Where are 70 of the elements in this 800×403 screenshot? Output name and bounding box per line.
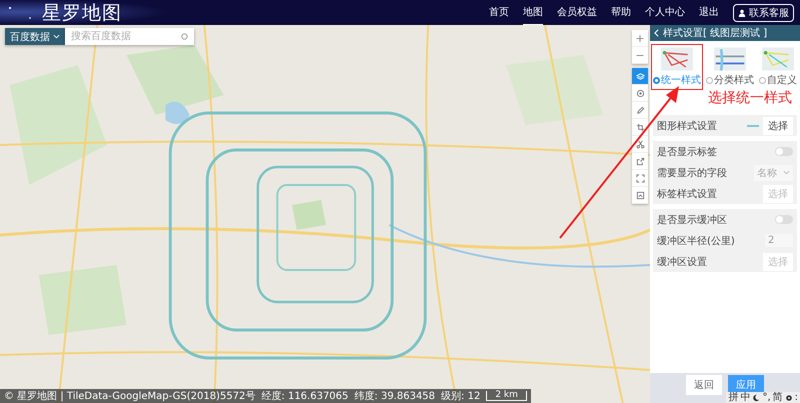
nav-link[interactable]: 首页 — [489, 0, 509, 26]
style-preview-drawing — [714, 47, 746, 71]
target-icon — [636, 88, 644, 98]
annotation-text: 选择统一样式 — [708, 89, 792, 107]
setting-label: 需要显示的字段 — [657, 166, 728, 180]
pencil-icon — [636, 106, 644, 114]
toggle-switch[interactable] — [775, 215, 793, 224]
ime-button[interactable]: 拼 — [728, 392, 738, 402]
panel-title: 样式设置[ 线图层测试 ] — [663, 26, 768, 40]
radio-button[interactable] — [653, 76, 660, 84]
layers-icon — [636, 72, 644, 80]
export-icon — [636, 156, 644, 166]
ime-button[interactable]: 中 — [740, 392, 750, 402]
radio-button[interactable] — [759, 76, 766, 84]
back-button[interactable]: 返回 — [686, 375, 722, 395]
setting-label: 图形样式设置 — [657, 120, 718, 132]
tool-button[interactable] — [632, 119, 648, 136]
setting-label: 是否显示缓冲区 — [657, 214, 728, 226]
style-option[interactable]: 分类样式 — [704, 44, 756, 90]
ime-button[interactable]: : — [794, 392, 798, 402]
source-dropdown[interactable]: 百度数据 — [5, 28, 65, 45]
longitude-text: 经度: 116.637065 — [261, 390, 348, 403]
style-label: 自定义 — [767, 74, 797, 87]
contact-button[interactable]: 联系客服 — [733, 4, 794, 22]
setting-label: 是否显示标签 — [657, 146, 718, 158]
style-option[interactable]: 统一样式 — [651, 44, 703, 90]
caret-icon — [783, 170, 790, 175]
screenshot-icon — [636, 190, 644, 200]
style-label: 统一样式 — [661, 74, 701, 87]
logo-text[interactable]: 星罗地图 — [42, 0, 122, 26]
zoom-out-button[interactable]: − — [632, 47, 648, 64]
zoom-level-text: 级别: 12 — [441, 390, 480, 403]
style-label: 分类样式 — [714, 74, 754, 87]
setting-label: 缓冲区半径(公里) — [657, 234, 736, 248]
nav-link[interactable]: 退出 — [699, 0, 719, 26]
nav-link[interactable]: 会员权益 — [557, 0, 597, 26]
nav-link[interactable]: 帮助 — [611, 0, 631, 26]
ime-button[interactable]: °, — [762, 392, 771, 402]
style-preview-drawing — [661, 47, 693, 71]
zoom-in-button[interactable]: + — [632, 30, 648, 47]
moon-icon[interactable] — [752, 394, 760, 402]
map-drawing[interactable] — [0, 25, 650, 403]
tool-button[interactable] — [632, 68, 648, 85]
person-icon — [738, 8, 746, 16]
fullscreen-icon — [636, 174, 644, 182]
toggle-switch[interactable] — [775, 147, 793, 156]
style-preview-drawing — [762, 47, 794, 71]
scale-bar: 2 km — [486, 391, 527, 401]
tool-button[interactable] — [632, 153, 648, 170]
search-field[interactable]: 搜索百度数据 — [65, 28, 194, 45]
tool-button[interactable] — [632, 170, 648, 187]
copyright-text: © 星罗地图 | TileData-GoogleMap-GS(2018)5572号 — [4, 390, 256, 403]
radio-button[interactable] — [706, 76, 713, 84]
tool-button[interactable] — [632, 187, 648, 204]
setting-label: 缓冲区设置 — [657, 256, 708, 268]
settings-icon[interactable] — [784, 394, 793, 402]
latitude-text: 纬度: 39.863458 — [354, 390, 436, 403]
back-icon[interactable] — [654, 29, 659, 37]
nav-link[interactable]: 个人中心 — [645, 0, 685, 26]
choose-button[interactable]: 选择 — [763, 116, 793, 134]
crop-icon — [636, 122, 644, 132]
tool-button[interactable] — [632, 102, 648, 119]
scissors-icon — [636, 140, 644, 148]
caret-icon — [53, 34, 60, 39]
style-option[interactable]: 自定义 — [757, 44, 799, 90]
search-icon[interactable] — [180, 32, 189, 41]
tool-button[interactable] — [632, 85, 648, 102]
line-swatch — [747, 124, 759, 126]
ime-button[interactable]: 简 — [772, 392, 783, 402]
setting-label: 标签样式设置 — [657, 188, 718, 200]
